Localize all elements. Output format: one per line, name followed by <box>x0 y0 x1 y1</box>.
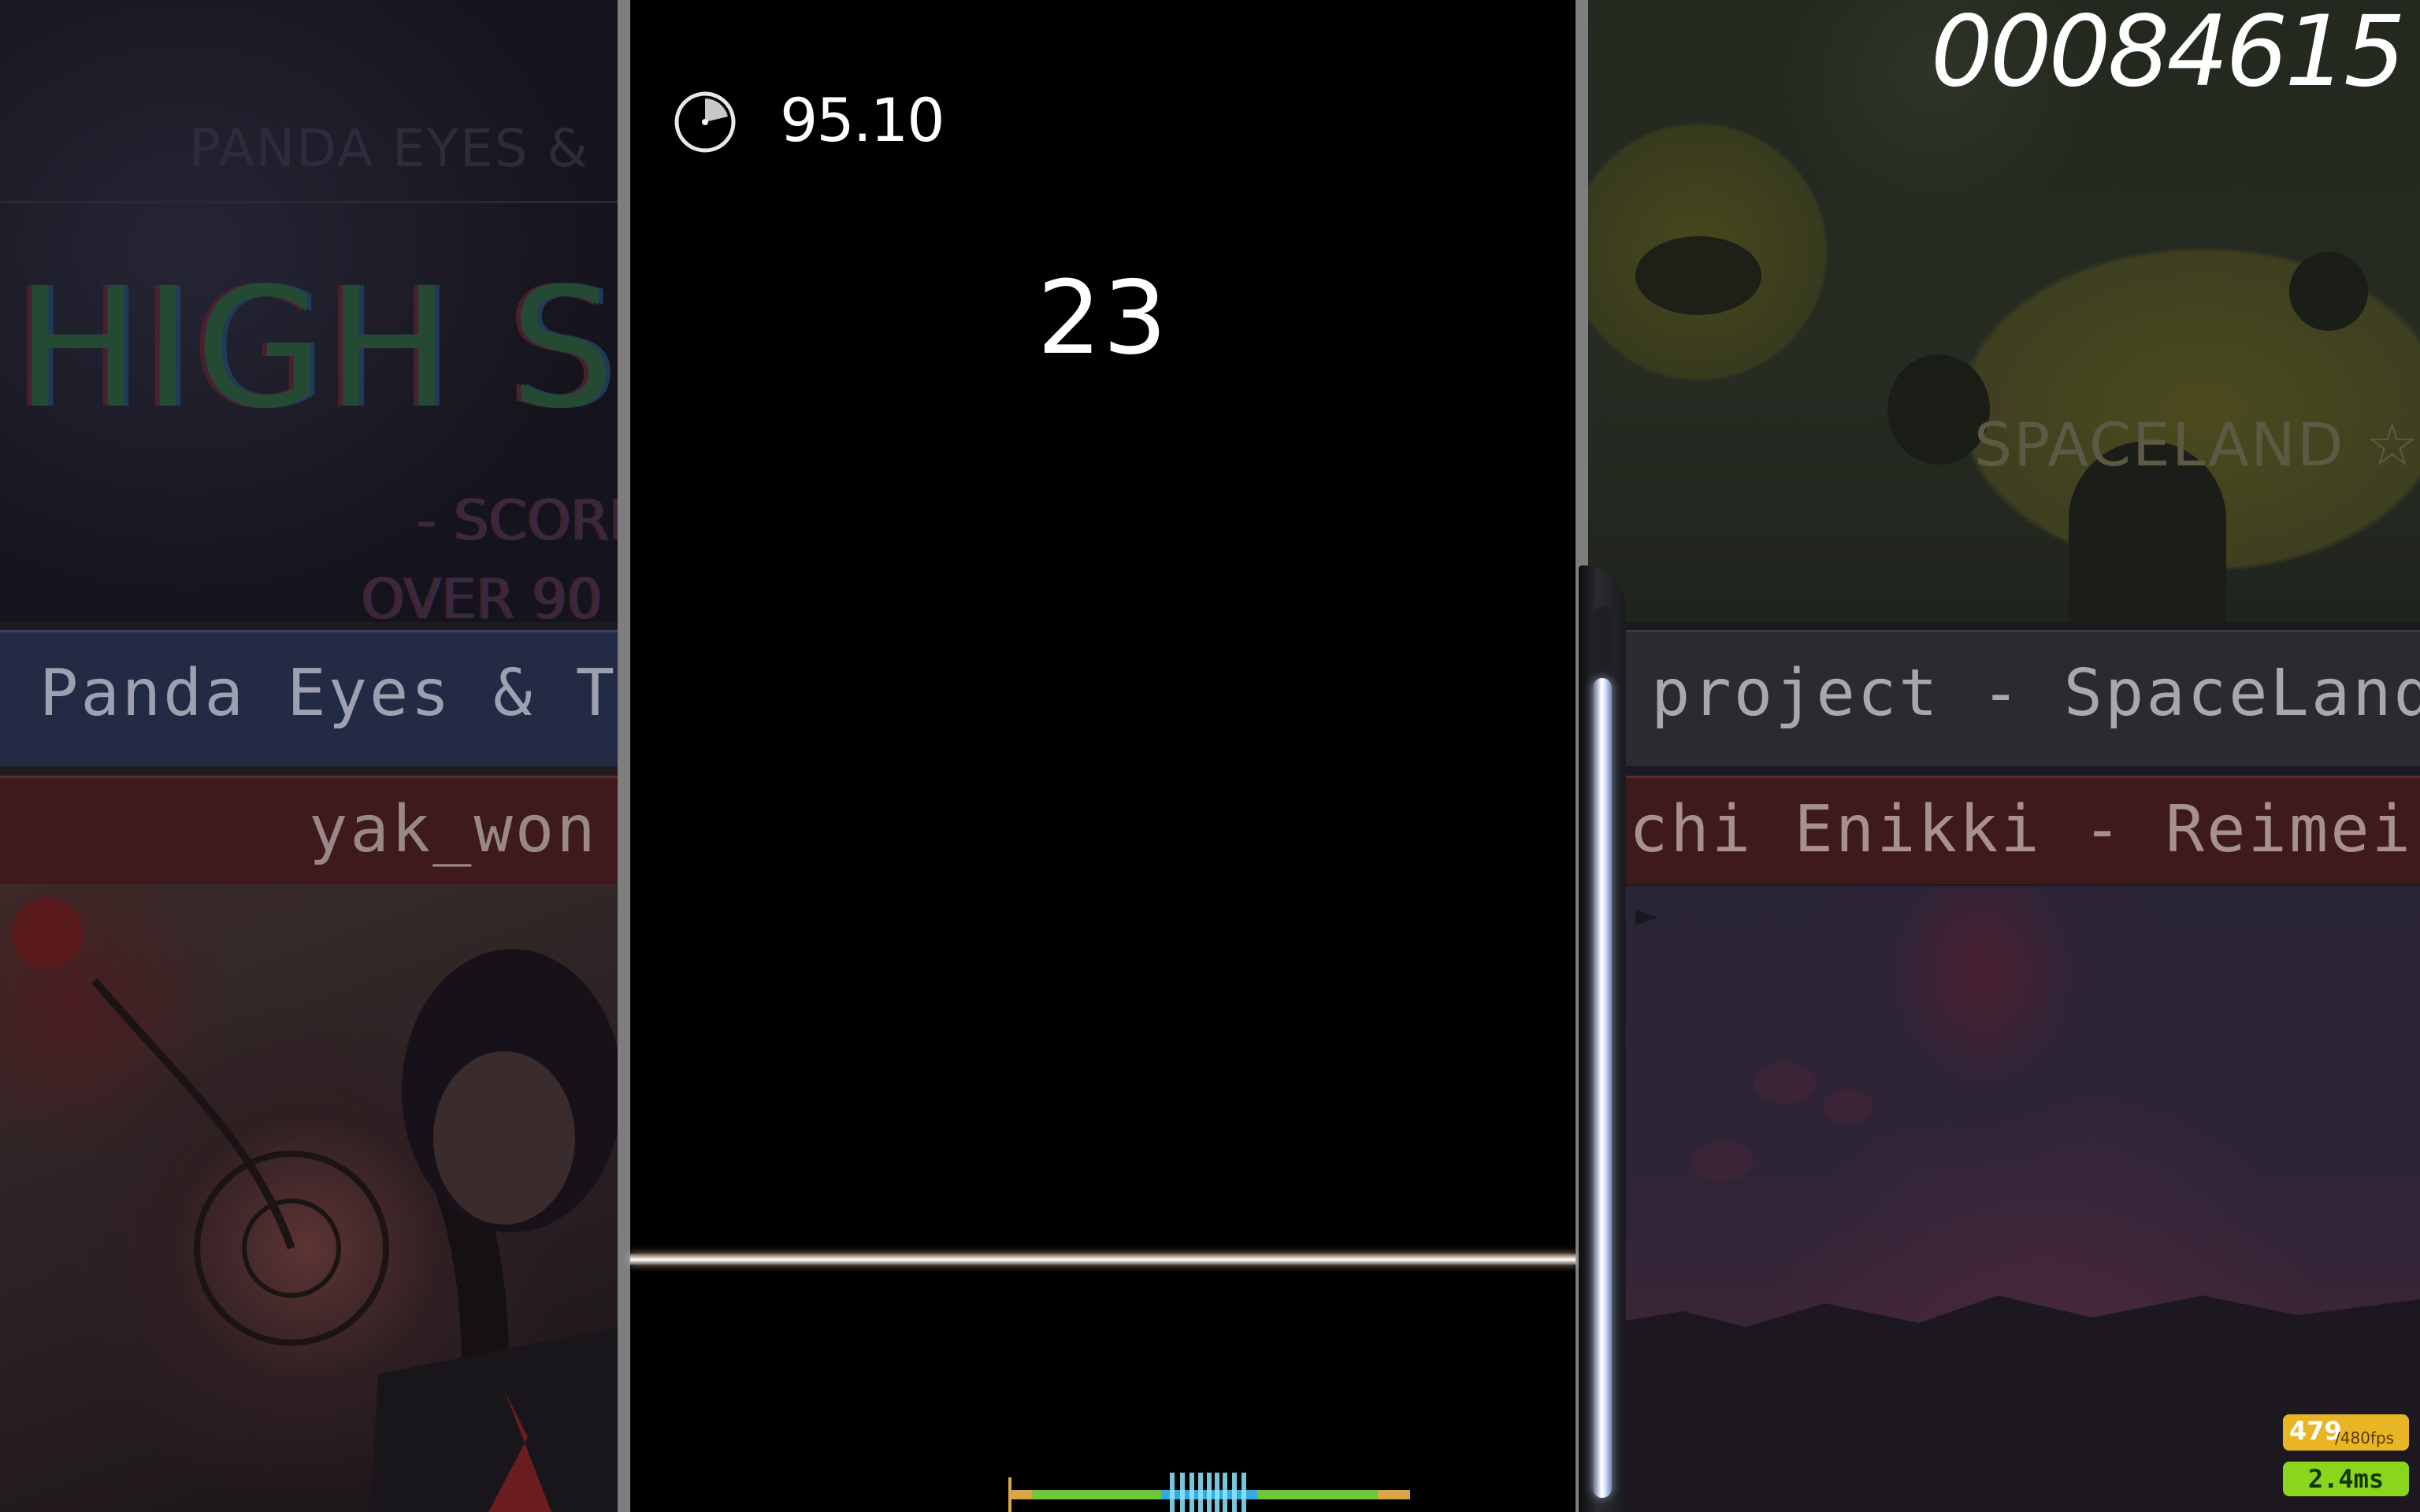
fps-cap: /480fps <box>2335 1429 2395 1447</box>
banner-big-text: HIGH SC <box>16 252 618 445</box>
score-display: 00084615 <box>1930 0 2406 109</box>
banner-text: SPACELAND ☆ TOY <box>1974 410 2420 480</box>
banner-art-shape <box>1635 236 1761 315</box>
hit-error-cap <box>1008 1477 1011 1512</box>
background-art-illustration <box>12 898 618 1512</box>
hit-error-meter <box>1008 1473 1410 1512</box>
background-art-left <box>0 886 618 1512</box>
hit-error-tick <box>1170 1473 1175 1512</box>
frame-time-counter: 2.4ms <box>2283 1462 2409 1496</box>
hit-error-tick <box>1215 1473 1219 1512</box>
accuracy-display: 95.10 <box>780 85 945 155</box>
song-title-bar: project - SpaceLand TOYBOX <box>1588 630 2420 766</box>
banner-top-text: PANDA EYES & <box>189 118 589 179</box>
health-bar-fill <box>1593 678 1612 1498</box>
banner-divider <box>0 201 618 203</box>
hit-error-tick <box>1190 1473 1194 1512</box>
accuracy-pie-icon <box>674 91 736 153</box>
playfield <box>630 0 1576 1512</box>
background-left: PANDA EYES & HIGH SC - SCORE OVER 90 Pan… <box>0 0 618 1512</box>
song-title-bar: yak_won - s <box>0 776 618 887</box>
high-score-banner: PANDA EYES & HIGH SC - SCORE OVER 90 <box>0 0 618 622</box>
hit-error-tick <box>1207 1473 1212 1512</box>
song-title-text: project - SpaceLand TOYBOX <box>1651 656 2420 731</box>
frame-time-value: 2.4ms <box>2307 1464 2385 1494</box>
song-title-text: yak_won - s <box>309 792 618 867</box>
combo-counter: 23 <box>1037 260 1169 377</box>
banner-score-text: - SCORE <box>418 488 618 553</box>
song-title-text: Panda Eyes & Teminite <box>39 656 618 731</box>
background-right: SPACELAND ☆ TOY project - SpaceLand TOYB… <box>1588 0 2420 1512</box>
stage-border-left <box>618 0 630 1512</box>
song-title-bar: chi Enikki - Reimei Sketchboo <box>1588 776 2420 884</box>
fps-counter: 479 /480fps <box>2283 1414 2409 1451</box>
banner-art-shape <box>2289 252 2368 331</box>
judgement-line <box>630 1254 1576 1265</box>
hit-error-tick <box>1198 1473 1203 1512</box>
song-title-text: chi Enikki - Reimei Sketchboo <box>1629 792 2420 867</box>
hit-error-tick <box>1242 1473 1246 1512</box>
hit-error-tick <box>1180 1473 1185 1512</box>
song-title-bar: Panda Eyes & Teminite <box>0 630 618 766</box>
banner-over-text: OVER 90 <box>362 567 603 622</box>
hit-error-tick <box>1223 1473 1227 1512</box>
fps-value: 479 <box>2289 1416 2342 1446</box>
health-bar <box>1593 606 1612 1498</box>
hit-error-tick <box>1232 1473 1237 1512</box>
